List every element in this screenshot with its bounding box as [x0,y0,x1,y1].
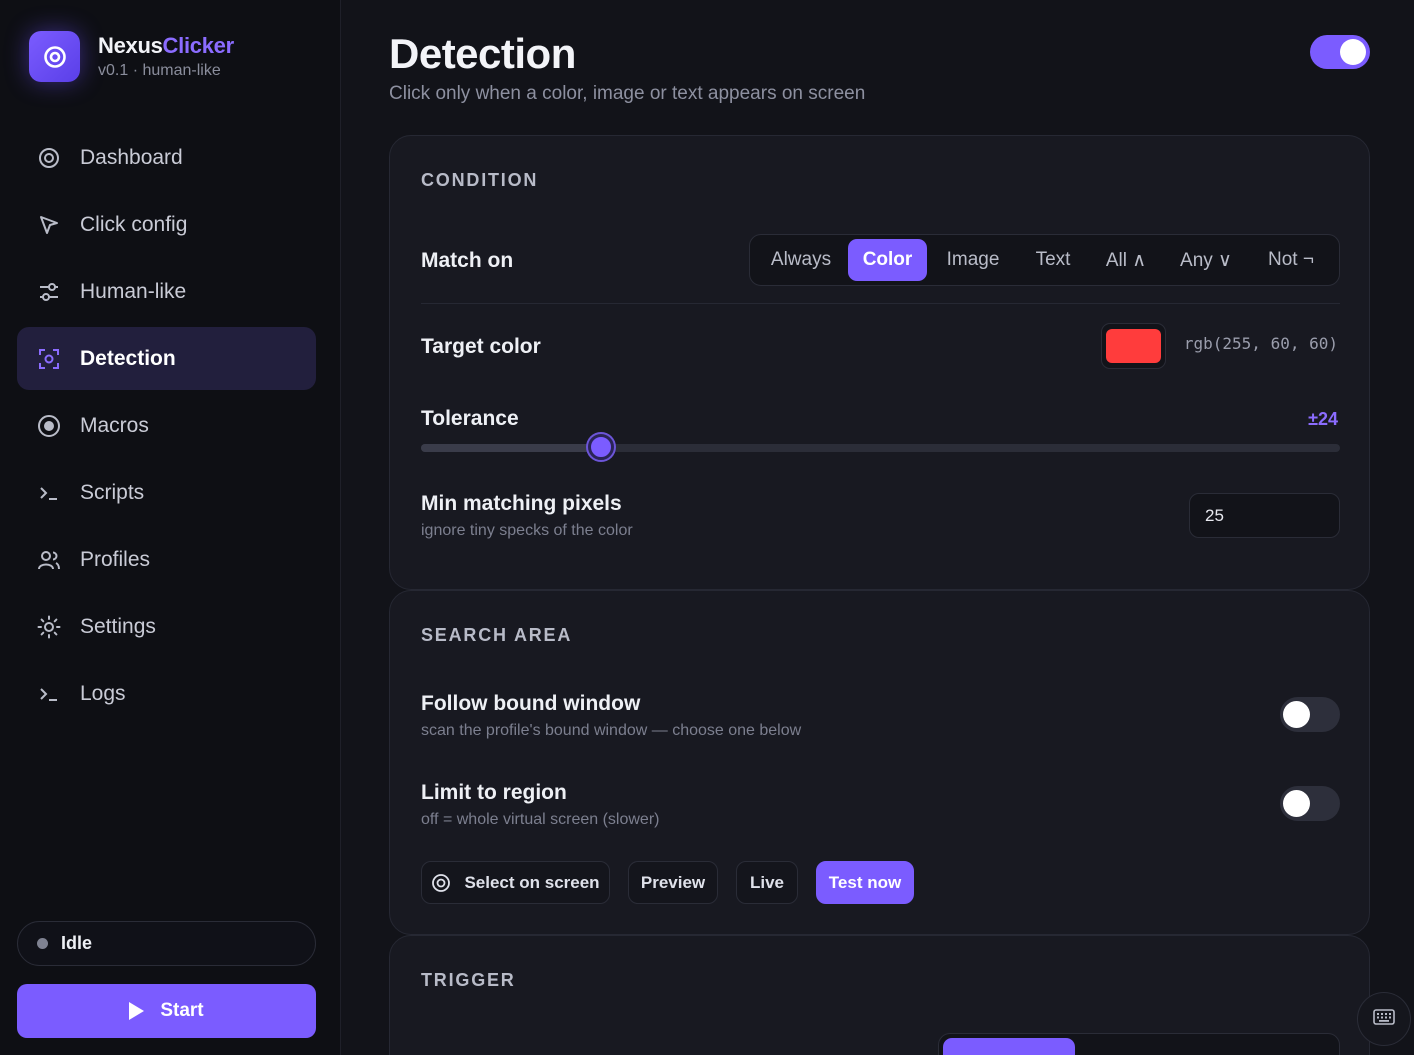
sidebar-item-label: Human-like [80,279,187,303]
test-now-button[interactable]: Test now [816,861,914,904]
sidebar-item-label: Dashboard [80,145,183,169]
trigger-card: TRIGGER [389,935,1370,1055]
sidebar: NexusClicker v0.1 · human-like Dashboard… [0,0,341,1055]
select-on-screen-label: Select on screen [464,872,600,892]
color-value: rgb(255, 60, 60) [1183,334,1338,353]
sliders-icon [37,280,61,304]
match-on-segmented-control: Always Color Image Text All ∧ Any ∨ Not … [749,234,1340,286]
color-swatch [1106,329,1161,363]
min-pixels-label: Min matching pixels [421,492,622,515]
sidebar-item-label: Scripts [80,480,145,504]
sidebar-item-click-config[interactable]: Click config [17,193,316,256]
divider [421,303,1340,304]
target-color-label: Target color [421,335,541,358]
sidebar-item-macros[interactable]: Macros [17,394,316,457]
page-subtitle: Click only when a color, image or text a… [389,83,866,104]
start-button[interactable]: Start [17,984,316,1038]
tolerance-label: Tolerance [421,407,519,430]
toggle-knob [1283,790,1310,817]
limit-region-hint: off = whole virtual screen (slower) [421,811,660,828]
follow-window-toggle[interactable] [1280,697,1340,732]
preview-button[interactable]: Preview [628,861,718,904]
app-logo-icon [29,31,80,82]
search-area-card: SEARCH AREA Follow bound window scan the… [389,590,1370,935]
trigger-section-label: TRIGGER [421,970,516,990]
match-option-always[interactable]: Always [754,239,848,281]
record-icon [37,414,61,438]
match-option-any[interactable]: Any ∨ [1165,239,1247,281]
match-on-label: Match on [421,249,514,272]
min-pixels-hint: ignore tiny specks of the color [421,522,633,539]
color-picker-button[interactable] [1101,323,1166,369]
sidebar-item-detection[interactable]: Detection [17,327,316,390]
toggle-knob [1283,701,1310,728]
condition-section-label: CONDITION [421,170,539,190]
follow-window-hint: scan the profile's bound window — choose… [421,722,802,739]
sidebar-item-label: Click config [80,212,188,236]
start-button-label: Start [160,1000,204,1021]
brand: NexusClicker v0.1 · human-like [29,31,234,82]
cursor-icon [37,213,61,237]
trigger-segmented-control [938,1033,1340,1055]
users-icon [37,548,61,572]
app-name: NexusClicker [98,33,234,58]
keyboard-icon [1373,1008,1395,1030]
sidebar-item-settings[interactable]: Settings [17,595,316,658]
sidebar-item-dashboard[interactable]: Dashboard [17,126,316,189]
gear-icon [37,615,61,639]
tolerance-slider-track[interactable] [421,444,1340,452]
scan-icon [37,347,61,371]
sidebar-nav: Dashboard Click config Human-like Detect… [17,126,316,729]
live-button[interactable]: Live [736,861,798,904]
tolerance-value: ±24 [1308,409,1338,429]
target-icon [37,146,61,170]
status-badge: Idle [17,921,316,966]
sidebar-item-human-like[interactable]: Human-like [17,260,316,323]
app-version: v0.1 · human-like [98,62,221,79]
match-option-image[interactable]: Image [927,239,1019,281]
keyboard-shortcuts-button[interactable] [1357,992,1411,1046]
tolerance-slider-thumb[interactable] [588,434,615,460]
sidebar-item-label: Settings [80,614,156,638]
limit-region-toggle[interactable] [1280,786,1340,821]
sidebar-item-label: Logs [80,681,126,705]
sidebar-item-logs[interactable]: Logs [17,662,316,725]
match-option-not[interactable]: Not ¬ [1247,239,1335,281]
status-text: Idle [61,933,93,953]
detection-enabled-toggle[interactable] [1310,35,1370,69]
condition-card: CONDITION Match on Always Color Image Te… [389,135,1370,590]
target-icon [431,873,451,893]
trigger-option-active[interactable] [943,1038,1075,1055]
match-option-all[interactable]: All ∧ [1087,239,1165,281]
sidebar-item-label: Detection [80,346,176,370]
terminal-icon [37,481,61,505]
min-pixels-input[interactable] [1189,493,1340,538]
match-option-text[interactable]: Text [1019,239,1087,281]
toggle-knob [1340,39,1366,65]
play-icon [129,1002,145,1020]
limit-region-label: Limit to region [421,781,567,804]
sidebar-item-label: Profiles [80,547,151,571]
sidebar-item-label: Macros [80,413,149,437]
select-on-screen-button[interactable]: Select on screen [421,861,610,904]
search-area-section-label: SEARCH AREA [421,625,573,645]
sidebar-item-profiles[interactable]: Profiles [17,528,316,591]
terminal-icon [37,682,61,706]
match-option-color[interactable]: Color [848,239,927,281]
status-dot-icon [37,938,48,949]
slider-fill [421,444,602,452]
sidebar-item-scripts[interactable]: Scripts [17,461,316,524]
follow-window-label: Follow bound window [421,692,641,715]
page-title: Detection [389,30,576,77]
